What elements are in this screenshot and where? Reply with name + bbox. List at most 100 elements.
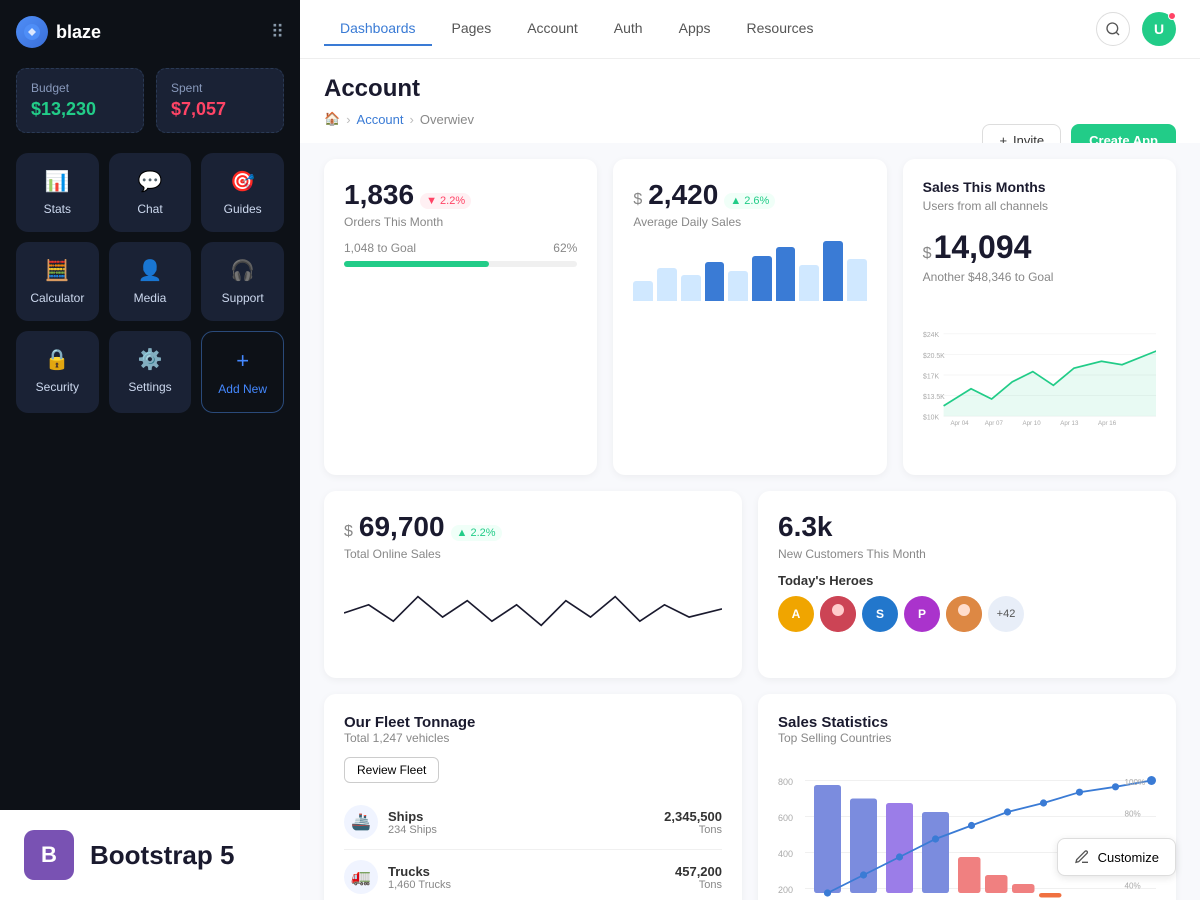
svg-text:Apr 16: Apr 16 bbox=[1098, 420, 1117, 427]
sidebar-item-settings[interactable]: ⚙️ Settings bbox=[109, 331, 192, 413]
customers-card: 6.3k New Customers This Month Today's He… bbox=[758, 491, 1176, 678]
svg-text:Apr 04: Apr 04 bbox=[950, 420, 969, 427]
sales-goal: Another $48,346 to Goal bbox=[923, 270, 1156, 284]
search-button[interactable] bbox=[1096, 12, 1130, 46]
logo-text: blaze bbox=[56, 22, 101, 43]
sidebar-item-guides[interactable]: 🎯 Guides bbox=[201, 153, 284, 232]
nav-pages[interactable]: Pages bbox=[436, 12, 508, 46]
sidebar-item-calculator[interactable]: 🧮 Calculator bbox=[16, 242, 99, 321]
online-sales-value: 69,700 bbox=[359, 511, 445, 543]
bar-1 bbox=[633, 281, 653, 301]
ships-unit: Tons bbox=[664, 824, 722, 836]
sales-amount: $ 14,094 bbox=[923, 229, 1156, 266]
fleet-title: Our Fleet Tonnage bbox=[344, 714, 722, 731]
orders-progress-fill bbox=[344, 261, 489, 267]
wave-chart bbox=[344, 573, 722, 653]
nav-auth[interactable]: Auth bbox=[598, 12, 659, 46]
user-avatar[interactable]: U bbox=[1142, 12, 1176, 46]
sidebar-item-support[interactable]: 🎧 Support bbox=[201, 242, 284, 321]
bar-10 bbox=[847, 259, 867, 301]
sidebar-item-add-new[interactable]: + Add New bbox=[201, 331, 284, 413]
sidebar-item-chat[interactable]: 💬 Chat bbox=[109, 153, 192, 232]
bar-5 bbox=[728, 271, 748, 301]
add-new-label: Add New bbox=[218, 382, 267, 396]
orders-label: Orders This Month bbox=[344, 215, 577, 229]
trucks-info: Trucks 1,460 Trucks bbox=[388, 864, 675, 891]
sales-dollar: $ bbox=[923, 245, 932, 263]
logo-icon bbox=[16, 16, 48, 48]
guides-icon: 🎯 bbox=[230, 169, 255, 194]
settings-label: Settings bbox=[128, 380, 171, 394]
third-row: Our Fleet Tonnage Total 1,247 vehicles R… bbox=[324, 694, 1176, 900]
bootstrap-icon: B bbox=[24, 830, 74, 880]
sales-month-subtitle: Users from all channels bbox=[923, 199, 1156, 213]
page-header: Account 🏠 › Account › Overwiev + Invite … bbox=[300, 59, 1200, 143]
ships-value: 2,345,500 Tons bbox=[664, 809, 722, 836]
nav-account[interactable]: Account bbox=[511, 12, 594, 46]
breadcrumb-home[interactable]: 🏠 bbox=[324, 111, 340, 127]
customers-value: 6.3k bbox=[778, 511, 833, 543]
topnav-right: U bbox=[1096, 12, 1176, 46]
bar-4 bbox=[705, 262, 725, 301]
online-prefix: $ bbox=[344, 523, 353, 541]
svg-text:$24K: $24K bbox=[923, 332, 939, 339]
support-icon: 🎧 bbox=[230, 258, 255, 283]
media-icon: 👤 bbox=[138, 258, 163, 283]
svg-text:Apr 07: Apr 07 bbox=[984, 420, 1003, 427]
nav-resources[interactable]: Resources bbox=[731, 12, 830, 46]
bar-9 bbox=[823, 241, 843, 301]
settings-icon: ⚙️ bbox=[138, 347, 163, 372]
security-icon: 🔒 bbox=[45, 347, 70, 372]
sidebar-item-security[interactable]: 🔒 Security bbox=[16, 331, 99, 413]
menu-icon[interactable]: ⠿ bbox=[271, 22, 284, 43]
ships-amount: 2,345,500 bbox=[664, 809, 722, 824]
trucks-amount: 457,200 bbox=[675, 864, 722, 879]
review-fleet-button[interactable]: Review Fleet bbox=[344, 757, 439, 783]
sales-month-card: Sales This Months Users from all channel… bbox=[903, 159, 1176, 475]
svg-text:Apr 10: Apr 10 bbox=[1022, 420, 1041, 427]
sales-value: 14,094 bbox=[934, 229, 1032, 266]
budget-row: Budget $13,230 Spent $7,057 bbox=[16, 68, 284, 133]
breadcrumb-sep1: › bbox=[346, 112, 350, 127]
breadcrumb-account[interactable]: Account bbox=[357, 112, 404, 127]
ships-info: Ships 234 Ships bbox=[388, 809, 664, 836]
daily-sales-label: Average Daily Sales bbox=[633, 215, 866, 229]
trucks-name: Trucks bbox=[388, 864, 675, 879]
online-sales-card: $ 69,700 ▲ 2.2% Total Online Sales bbox=[324, 491, 742, 678]
hero-avatar-3: S bbox=[862, 596, 898, 632]
heroes-title: Today's Heroes bbox=[778, 573, 1156, 588]
nav-dashboards[interactable]: Dashboards bbox=[324, 12, 432, 46]
svg-text:$10K: $10K bbox=[923, 415, 939, 422]
nav-apps[interactable]: Apps bbox=[663, 12, 727, 46]
stats-icon: 📊 bbox=[45, 169, 70, 194]
spent-label: Spent bbox=[171, 81, 269, 95]
svg-text:100%: 100% bbox=[1125, 778, 1146, 787]
bar-3 bbox=[681, 275, 701, 301]
trucks-count: 1,460 Trucks bbox=[388, 879, 675, 891]
orders-card: 1,836 ▼ 2.2% Orders This Month 1,048 to … bbox=[324, 159, 597, 475]
daily-sales-badge: ▲ 2.6% bbox=[724, 193, 775, 209]
dashboard: 1,836 ▼ 2.2% Orders This Month 1,048 to … bbox=[300, 143, 1200, 900]
svg-text:400: 400 bbox=[778, 849, 793, 859]
bar-2 bbox=[657, 268, 677, 301]
sales-month-title: Sales This Months bbox=[923, 179, 1156, 195]
sidebar-item-stats[interactable]: 📊 Stats bbox=[16, 153, 99, 232]
customize-icon bbox=[1074, 849, 1090, 865]
online-sales-label: Total Online Sales bbox=[344, 547, 722, 561]
orders-progress-bg bbox=[344, 261, 577, 267]
sidebar-header: blaze ⠿ bbox=[16, 16, 284, 48]
customize-button[interactable]: Customize bbox=[1057, 838, 1176, 876]
daily-sales-value: 2,420 bbox=[648, 179, 718, 211]
trucks-icon: 🚛 bbox=[344, 860, 378, 894]
budget-label: Budget bbox=[31, 81, 129, 95]
online-sales-badge: ▲ 2.2% bbox=[451, 525, 502, 541]
avatar-initials: U bbox=[1154, 21, 1164, 37]
trucks-value: 457,200 Tons bbox=[675, 864, 722, 891]
orders-badge: ▼ 2.2% bbox=[420, 193, 471, 209]
sidebar-item-media[interactable]: 👤 Media bbox=[109, 242, 192, 321]
budget-value: $13,230 bbox=[31, 99, 129, 120]
daily-sales-chart bbox=[633, 241, 866, 301]
ships-icon: 🚢 bbox=[344, 805, 378, 839]
svg-text:600: 600 bbox=[778, 813, 793, 823]
bar-7 bbox=[776, 247, 796, 301]
